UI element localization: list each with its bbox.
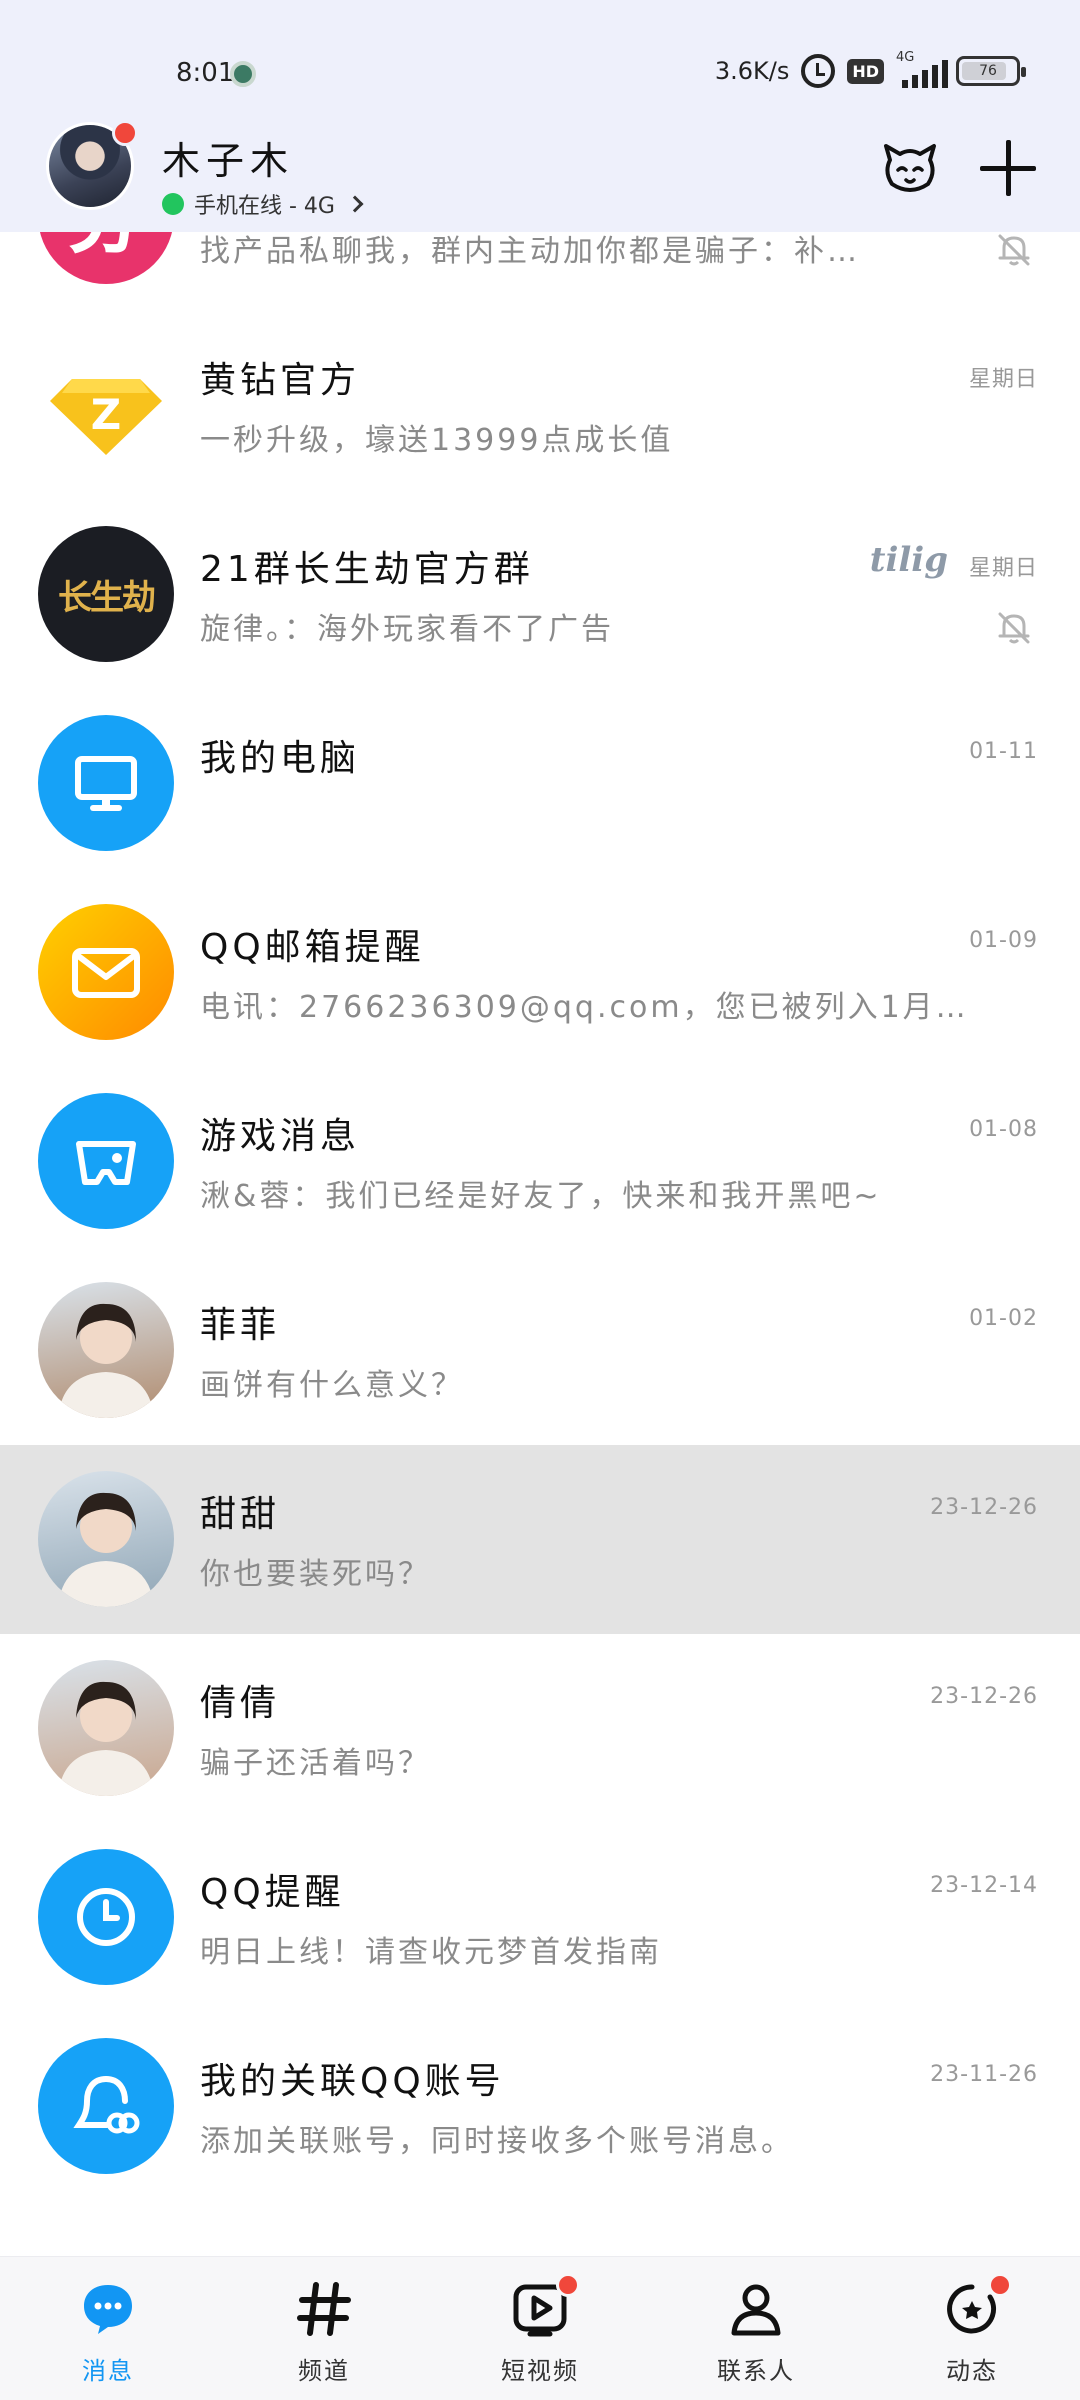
notification-dot-icon [230, 61, 256, 87]
tab-label: 联系人 [717, 2357, 795, 2385]
conversation-time: 星期日 [968, 556, 1038, 581]
conversation-preview: 明日上线！请查收元梦首发指南 [200, 1935, 662, 1970]
profile-badge [112, 120, 138, 146]
conversation-preview: 你也要装死吗？ [200, 1557, 431, 1592]
conversation-preview: 湫&蓉：我们已经是好友了，快来和我开黑吧~ [200, 1179, 882, 1214]
conversation-preview: 画饼有什么意义？ [200, 1368, 464, 1403]
conversation-row[interactable]: Z 黄钻官方一秒升级，壕送13999点成长值 星期日 [0, 311, 1080, 500]
conversation-preview: 找产品私聊我，群内主动加你都是骗子：补… [200, 234, 860, 269]
conversation-row[interactable]: 甜甜你也要装死吗？ 23-12-26 [0, 1445, 1080, 1634]
conversation-row[interactable]: 我的关联QQ账号添加关联账号，同时接收多个账号消息。 23-11-26 [0, 2012, 1080, 2201]
conversation-row[interactable]: 长生劫 21群长生劫官方群旋律。：海外玩家看不了广告 星期日 tilig [0, 500, 1080, 689]
yellow-diamond-icon[interactable]: Z [38, 337, 174, 473]
conversation-time: 23-12-14 [930, 1873, 1038, 1898]
tab-contacts[interactable]: 联系人 [648, 2257, 864, 2400]
conversation-title: QQ提醒 [200, 1872, 345, 1913]
tab-hash[interactable]: 频道 [216, 2257, 432, 2400]
conversation-row[interactable]: 我的电脑 01-11 [0, 689, 1080, 878]
battery-level: 76 [979, 63, 997, 79]
conversation-row[interactable]: QQ提醒明日上线！请查收元梦首发指南 23-12-14 [0, 1823, 1080, 2012]
conversation-row[interactable]: QQ邮箱提醒电讯：2766236309@qq.com，您已被列入1月9日银行卡的… [0, 878, 1080, 1067]
status-icons: 3.6K/s HD 4G 76 [714, 50, 1026, 88]
online-dot-icon [162, 193, 184, 215]
badge-dot [556, 2273, 580, 2297]
game-logo-icon[interactable]: 长生劫 [38, 526, 174, 662]
alarm-icon [801, 54, 836, 88]
conversation-preview: 旋律。：海外玩家看不了广告 [200, 612, 614, 647]
conversation-title: 倩倩 [200, 1683, 281, 1724]
net-speed: 3.6K/s [714, 57, 790, 85]
conversation-title: 菲菲 [200, 1305, 281, 1346]
tab-message[interactable]: 消息 [0, 2257, 216, 2400]
badge-dot [988, 2273, 1012, 2297]
online-status-text: 手机在线 - 4G [194, 194, 335, 219]
tab-label: 动态 [946, 2357, 998, 2385]
conversation-preview: 一秒升级，壕送13999点成长值 [200, 423, 674, 458]
muted-bell-icon [994, 230, 1034, 270]
conversation-row[interactable]: 倩倩骗子还活着吗？ 23-12-26 [0, 1634, 1080, 1823]
avatar[interactable] [38, 1660, 174, 1796]
mascot-icon[interactable] [880, 138, 940, 198]
conversation-time: 01-02 [969, 1306, 1038, 1331]
contacts-icon [726, 2279, 786, 2339]
conversation-time: 01-09 [969, 928, 1038, 953]
header: 8:01 3.6K/s HD 4G 76 木子木 手机在线 - 4G [0, 0, 1080, 232]
conversation-title: QQ邮箱提醒 [200, 927, 425, 968]
conversation-preview: 添加关联账号，同时接收多个账号消息。 [200, 2124, 794, 2159]
avatar[interactable] [38, 1282, 174, 1418]
chevron-right-icon [346, 195, 364, 213]
status-time: 8:01 [176, 58, 235, 88]
conversation-time: 星期日 [968, 367, 1038, 392]
conversation-time: 01-11 [969, 739, 1038, 764]
tab-label: 消息 [82, 2357, 134, 2385]
bottom-nav: 消息 频道 短视频 联系人 动态 [0, 2256, 1080, 2400]
message-icon [78, 2279, 138, 2339]
hash-icon [294, 2279, 354, 2339]
conversation-time: 23-11-26 [930, 2062, 1038, 2087]
conversation-tag: tilig [869, 540, 948, 580]
conversation-row[interactable]: 游戏消息湫&蓉：我们已经是好友了，快来和我开黑吧~ 01-08 [0, 1067, 1080, 1256]
conversation-title: 黄钻官方 [200, 360, 361, 401]
conversation-title: 我的关联QQ账号 [200, 2061, 505, 2102]
conversation-time: 23-12-26 [930, 1495, 1038, 1520]
avatar[interactable] [38, 1471, 174, 1607]
signal-icon: 4G [896, 50, 948, 88]
status-bar: 8:01 3.6K/s HD 4G 76 [0, 0, 1080, 118]
qq-app: 券淘宝优惠券福利总群找产品私聊我，群内主动加你都是骗子：补…星期日 Z黄钻官方一… [0, 0, 1080, 2400]
gamepad-icon[interactable] [38, 1093, 174, 1229]
conversation-list: 券淘宝优惠券福利总群找产品私聊我，群内主动加你都是骗子：补…星期日 Z黄钻官方一… [0, 122, 1080, 2201]
feed-icon [942, 2273, 1012, 2339]
linked-account-icon[interactable] [38, 2038, 174, 2174]
hd-icon: HD [847, 58, 884, 84]
conversation-time: 01-08 [969, 1117, 1038, 1142]
svg-text:Z: Z [91, 390, 121, 439]
conversation-row[interactable]: 菲菲画饼有什么意义？ 01-02 [0, 1256, 1080, 1445]
conversation-title: 甜甜 [200, 1494, 281, 1535]
profile-name[interactable]: 木子木 [162, 130, 294, 185]
conversation-title: 游戏消息 [200, 1116, 361, 1157]
tab-label: 频道 [298, 2357, 350, 2385]
tab-video[interactable]: 短视频 [432, 2257, 648, 2400]
video-icon [510, 2273, 580, 2339]
tab-feed[interactable]: 动态 [864, 2257, 1080, 2400]
add-plus-icon[interactable] [978, 138, 1038, 198]
muted-bell-icon [994, 608, 1034, 648]
conversation-title: 21群长生劫官方群 [200, 549, 534, 590]
conversation-preview: 骗子还活着吗？ [200, 1746, 431, 1781]
online-status[interactable]: 手机在线 - 4G [162, 188, 364, 220]
conversation-title: 我的电脑 [200, 738, 361, 779]
battery-icon: 76 [956, 56, 1026, 86]
conversation-preview: 电讯：2766236309@qq.com，您已被列入1月9日银行卡的… [200, 990, 980, 1025]
conversation-time: 23-12-26 [930, 1684, 1038, 1709]
computer-icon[interactable] [38, 715, 174, 851]
mail-icon[interactable] [38, 904, 174, 1040]
tab-label: 短视频 [501, 2357, 579, 2385]
clock-icon[interactable] [38, 1849, 174, 1985]
